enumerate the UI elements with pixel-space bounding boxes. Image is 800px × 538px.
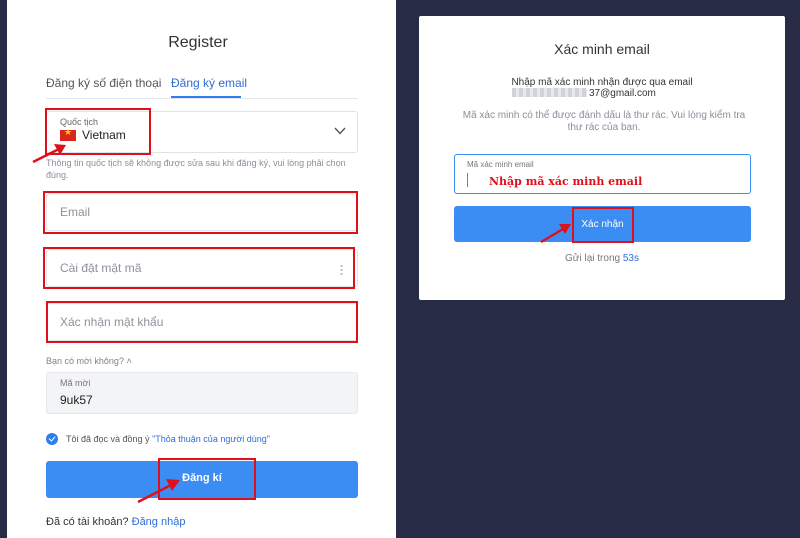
resend-text: Gửi lại trong [565,253,621,264]
tab-email-register[interactable]: Đăng ký email [171,76,247,90]
login-prompt-text: Đã có tài khoản? [46,516,129,528]
spam-note: Mã xác minh có thể được đánh dấu là thư … [462,110,746,133]
arrow-icon [32,144,66,164]
masked-email-redaction [512,88,587,97]
check-icon [48,434,55,442]
invite-toggle-label: Bạn có mời không? [46,356,124,366]
resend-timer: 53s [622,253,639,264]
invite-code-value: 9uk57 [60,393,93,407]
agree-label: Tôi đã đọc và đồng ý [66,434,150,444]
confirm-highlight [572,207,634,243]
confirm-highlight [46,301,358,343]
nationality-note: Thông tin quốc tịch sẽ không được sửa sa… [46,158,346,180]
agree-checkbox[interactable] [46,433,58,445]
verification-code-label: Mã xác minh email [467,160,534,169]
tab-phone-register[interactable]: Đăng ký số điện thoại [46,76,161,90]
password-highlight [43,247,355,289]
agree-text: Tôi đã đọc và đồng ý "Thỏa thuận của ngư… [66,434,270,444]
register-title: Register [168,34,228,51]
verify-email-panel: Xác minh email Nhập mã xác minh nhận đượ… [419,16,785,300]
verification-code-hint: Nhập mã xác minh email [489,175,643,188]
verify-instruction: Nhập mã xác minh nhận được qua email [511,77,693,88]
arrow-icon [137,479,180,504]
verify-title: Xác minh email [554,41,650,57]
login-link[interactable]: Đăng nhập [132,516,186,528]
masked-email-suffix: 37@gmail.com [589,88,656,99]
masked-email: 37@gmail.com [512,88,656,99]
text-caret [467,173,468,187]
verification-code-input[interactable]: Mã xác minh email Nhập mã xác minh email [454,154,751,194]
user-agreement-link[interactable]: "Thỏa thuận của người dùng" [152,434,270,444]
resend-countdown: Gửi lại trong 53s [419,253,785,264]
invite-code-label: Mã mời [60,378,91,388]
chevron-down-icon[interactable] [334,127,346,135]
panel-edge [0,0,7,538]
tab-divider [46,98,358,99]
arrow-icon [540,224,571,243]
invite-code-toggle[interactable]: Bạn có mời không? ˄ [46,356,132,366]
login-prompt: Đã có tài khoản? Đăng nhập [46,516,185,528]
email-highlight [43,191,358,234]
chevron-up-icon: ˄ [126,356,132,366]
